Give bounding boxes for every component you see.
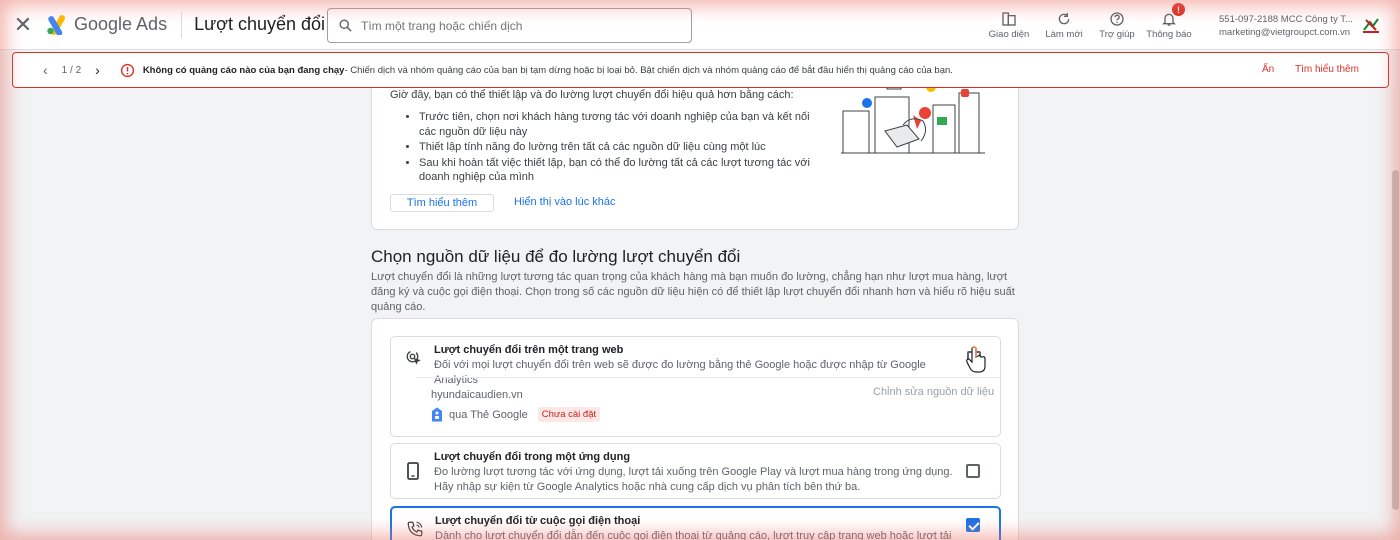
refresh-icon <box>1058 12 1070 24</box>
header-actions: Giao diện Làm mới Trợ giúp ! Thông báo <box>980 0 1194 50</box>
notification-badge: ! <box>1172 3 1185 16</box>
google-tag-status: qua Thẻ Google Chưa cài đặt <box>431 407 601 422</box>
main-content: Giờ đây, bạn có thể thiết lập và đo lườn… <box>0 88 1390 540</box>
show-later-button[interactable]: Hiển thị vào lúc khác <box>514 196 616 208</box>
website-conversion-option[interactable]: Lượt chuyển đổi trên một trang web Đối v… <box>390 336 1002 437</box>
website-option-description: Đối với mọi lượt chuyển đổi trên web sẽ … <box>434 359 926 386</box>
section-description: Lượt chuyển đổi là những lượt tương tác … <box>371 271 1015 313</box>
chevron-right-icon[interactable]: › <box>95 62 100 78</box>
chevron-left-icon[interactable]: ‹ <box>43 62 48 78</box>
company-logo-icon <box>1363 18 1379 33</box>
intro-card: Giờ đây, bạn có thể thiết lập và đo lườn… <box>371 88 1019 230</box>
alert-message: - Chiến dịch và nhóm quảng cáo của bạn b… <box>344 64 953 76</box>
help-label: Trợ giúp <box>1099 28 1135 40</box>
phone-option-description: Dành cho lượt chuyển đổi dẫn đến cuộc gọ… <box>435 530 952 540</box>
account-email: marketing@vietgroupct.com.vn <box>1219 27 1351 38</box>
intro-bullet: Thiết lập tính năng đo lường trên tất cả… <box>419 140 819 155</box>
google-ads-logo-icon <box>47 14 65 35</box>
error-icon <box>120 63 135 78</box>
conversion-illustration <box>841 88 985 154</box>
alert-title: Không có quảng cáo nào của bạn đang chạy <box>142 64 345 76</box>
section-title: Chọn nguồn dữ liệu để đo lường lượt chuy… <box>371 247 741 266</box>
appearance-icon <box>1002 11 1016 26</box>
help-button[interactable]: Trợ giúp <box>1090 0 1144 50</box>
notifications-label: Thông báo <box>1146 28 1192 40</box>
smartphone-icon <box>405 462 421 483</box>
google-ads-logo[interactable]: Google Ads <box>46 0 167 50</box>
account-id: 551-097-2188 MCC Công ty T... <box>1219 14 1353 25</box>
alert-page-count: 1 / 2 <box>61 64 82 76</box>
learn-more-button[interactable]: Tìm hiểu thêm <box>390 194 494 212</box>
help-icon <box>1110 11 1124 26</box>
intro-bullet-list: Trước tiên, chọn nơi khách hàng tương tá… <box>419 110 819 186</box>
phone-option-checkbox[interactable] <box>966 518 980 532</box>
data-sources-card: Lượt chuyển đổi trên một trang web Đối v… <box>371 318 1019 540</box>
search-input[interactable] <box>361 18 661 33</box>
web-cursor-icon <box>405 349 423 370</box>
app-conversion-option[interactable]: Lượt chuyển đổi trong một ứng dụng Đo lư… <box>390 443 1001 499</box>
alert-learn-more-link[interactable]: Tìm hiểu thêm <box>1295 64 1359 75</box>
alert-banner: ‹ 1 / 2 › Không có quảng cáo nào của bạn… <box>12 52 1389 88</box>
header-divider <box>181 11 183 38</box>
page-title: Lượt chuyển đổi <box>194 14 326 34</box>
search-icon <box>339 19 352 32</box>
website-option-title: Lượt chuyển đổi trên một trang web <box>434 344 624 356</box>
phone-call-icon <box>406 520 424 540</box>
intro-lead: Giờ đây, bạn có thể thiết lập và đo lườn… <box>390 89 794 101</box>
account-info[interactable]: 551-097-2188 MCC Công ty T... marketing@… <box>1219 13 1353 39</box>
app-option-description: Đo lường lượt tương tác với ứng dụng, lư… <box>434 466 953 493</box>
account-avatar[interactable] <box>1362 16 1380 37</box>
alert-pager: ‹ 1 / 2 › <box>43 62 100 78</box>
refresh-button[interactable]: Làm mới <box>1038 0 1090 50</box>
via-google-tag-label: qua Thẻ Google <box>449 408 528 421</box>
intro-bullet: Trước tiên, chọn nơi khách hàng tương tá… <box>419 110 819 139</box>
appearance-label: Giao diện <box>988 28 1030 40</box>
intro-bullet: Sau khi hoàn tất việc thiết lập, bạn có … <box>419 156 819 185</box>
app-option-title: Lượt chuyển đổi trong một ứng dụng <box>434 451 631 463</box>
notifications-button[interactable]: ! Thông báo <box>1144 0 1194 50</box>
refresh-label: Làm mới <box>1045 28 1083 40</box>
website-domain: hyundaicaudien.vn <box>431 389 523 401</box>
phone-option-title: Lượt chuyển đổi từ cuộc gọi điện thoại <box>435 515 641 527</box>
google-tag-icon <box>432 407 442 422</box>
phone-call-conversion-option[interactable]: Lượt chuyển đổi từ cuộc gọi điện thoại D… <box>390 506 1001 540</box>
appearance-button[interactable]: Giao diện <box>980 0 1038 50</box>
app-option-checkbox[interactable] <box>966 464 980 478</box>
option-divider <box>417 377 1002 378</box>
status-badge: Chưa cài đặt <box>537 407 601 422</box>
edit-data-source-link[interactable]: Chỉnh sửa nguồn dữ liệu <box>873 386 994 398</box>
scrollbar-thumb[interactable] <box>1392 170 1399 510</box>
hand-cursor-icon <box>966 346 986 373</box>
close-icon[interactable]: ✕ <box>0 0 46 50</box>
search-bar[interactable] <box>327 8 692 43</box>
alert-hide-button[interactable]: Ẩn <box>1262 64 1274 75</box>
app-name: Google Ads <box>74 14 168 34</box>
